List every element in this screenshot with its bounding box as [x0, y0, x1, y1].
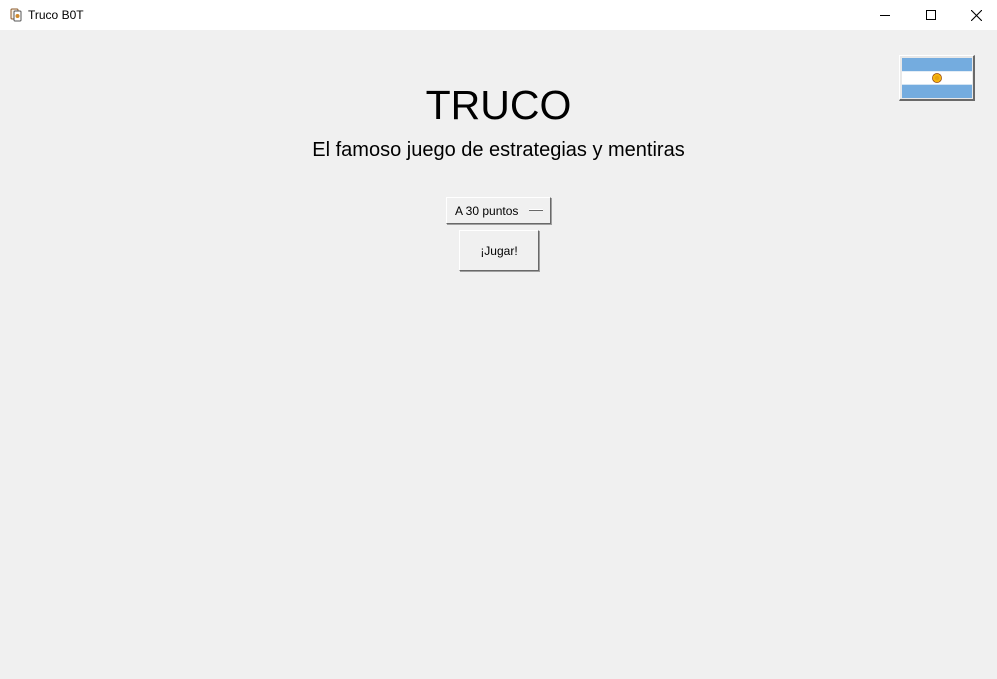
close-icon: [970, 9, 982, 21]
page-title: TRUCO: [425, 82, 572, 128]
app-icon: [8, 7, 24, 23]
app-window: Truco B0T TRUCO El famoso juego de estra…: [0, 0, 997, 679]
maximize-icon: [926, 10, 936, 20]
points-select-value: A 30 puntos: [455, 204, 519, 218]
title-bar[interactable]: Truco B0T: [0, 0, 997, 30]
minimize-button[interactable]: [862, 0, 908, 30]
page-subtitle: El famoso juego de estrategias y mentira…: [312, 139, 685, 161]
minimize-icon: [880, 15, 890, 16]
maximize-button[interactable]: [908, 0, 954, 30]
play-button[interactable]: ¡Jugar!: [459, 230, 539, 271]
window-title: Truco B0T: [28, 8, 84, 22]
close-button[interactable]: [953, 0, 997, 30]
option-menu-indicator-icon: [529, 209, 543, 211]
points-select[interactable]: A 30 puntos: [446, 197, 551, 224]
